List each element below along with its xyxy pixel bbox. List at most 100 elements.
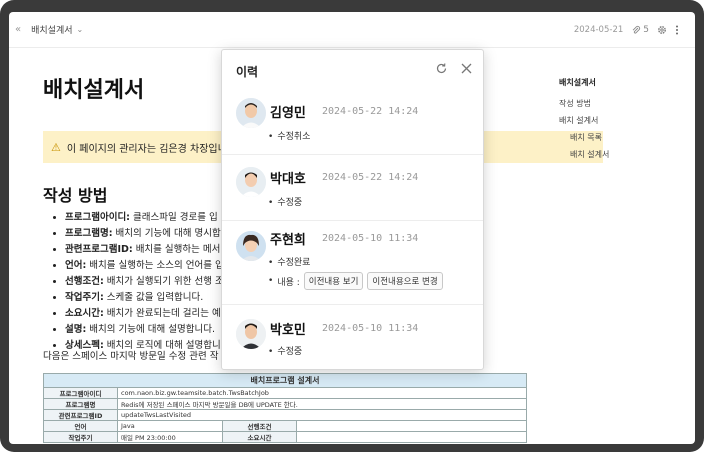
- list-item-text: 배치가 완료되는데 걸리는 예: [103, 308, 221, 319]
- history-entry: 김영민 2024-05-22 14:24 수정취소: [222, 92, 483, 154]
- attachment-button[interactable]: 5: [631, 25, 649, 35]
- app-screen: « 배치설계서 ⌄ 2024-05-21 5 배치설계서 ⚠ 이 페이지의 관리…: [9, 12, 695, 444]
- topbar-actions: 2024-05-21 5: [574, 12, 679, 48]
- notice-text: 이 페이지의 관리자는 김은경 차장입니: [66, 143, 227, 155]
- history-panel-actions: [435, 62, 473, 75]
- list-item-label: 관련프로그램ID:: [65, 244, 133, 255]
- history-status: 수정중: [268, 344, 302, 357]
- history-content-row: 내용 : 이전내용 보기 이전내용으로 변경: [268, 272, 443, 290]
- toc-title[interactable]: 배치설계서: [559, 74, 609, 91]
- list-item: 언어: 배치를 실행하는 소스의 언어를 입: [65, 258, 229, 274]
- history-status: 수정완료: [268, 255, 310, 268]
- list-item-label: 설명:: [65, 324, 87, 335]
- table-row: 관련프로그램ID updateTwsLastVisited: [43, 409, 527, 421]
- content-label: 내용 :: [277, 277, 300, 288]
- history-panel: 이력 김영민 2024-05-22 14:24 수정취소: [221, 49, 484, 370]
- paperclip-icon: [632, 25, 641, 34]
- avatar: [236, 231, 266, 261]
- table-cell: Redis에 저장된 스페이스 마지막 방문일을 DB에 UPDATE 한다.: [117, 398, 527, 410]
- table-row: 프로그램명 Redis에 저장된 스페이스 마지막 방문일을 DB에 UPDATE…: [43, 398, 527, 410]
- table-cell-label: 관련프로그램ID: [43, 409, 118, 421]
- list-item: 관련프로그램ID: 배치를 실행하는 메서: [65, 242, 229, 258]
- table-cell: updateTwsLastVisited: [117, 409, 527, 421]
- history-status: 수정중: [268, 195, 302, 208]
- section-heading: 작성 방법: [43, 186, 108, 205]
- table-cell: [296, 420, 527, 432]
- table-row: 작업주기 매일 PM 23:00:00 소요시간: [43, 431, 527, 443]
- table-cell-label: 언어: [43, 420, 118, 432]
- list-item-text: 배치의 기능에 대해 명시합: [112, 228, 221, 239]
- list-item-label: 프로그램아이디:: [65, 212, 130, 223]
- list-item: 소요시간: 배치가 완료되는데 걸리는 예: [65, 306, 229, 322]
- avatar: [236, 98, 266, 128]
- body-paragraph: 다음은 스페이스 마지막 방문일 수정 관련 작: [43, 351, 219, 362]
- list-item-text: 배치를 실행하는 메서: [132, 244, 221, 255]
- list-item-text: 배치의 기능에 대해 설명합니다.: [86, 324, 216, 335]
- table-cell: [296, 431, 527, 443]
- table-cell-label: 선행조건: [222, 420, 297, 432]
- table-cell: 매일 PM 23:00:00: [117, 431, 223, 443]
- list-item-label: 소요시간:: [65, 308, 104, 319]
- history-time: 2024-05-22 14:24: [322, 172, 419, 183]
- history-time: 2024-05-22 14:24: [322, 106, 419, 117]
- refresh-icon[interactable]: [435, 62, 448, 75]
- list-item-label: 언어:: [65, 260, 87, 271]
- list-item-text: 클래스파일 경로를 입: [129, 212, 218, 223]
- updated-date: 2024-05-21: [573, 25, 624, 35]
- history-entry: 박대호 2024-05-22 14:24 수정중: [222, 154, 483, 220]
- table-title: 배치프로그램 설계서: [43, 373, 527, 388]
- table-cell-label: 프로그램아이디: [43, 387, 118, 399]
- list-item-text: 스케줄 값을 입력합니다.: [103, 292, 204, 303]
- toc-subitem[interactable]: 배치 설계서: [559, 146, 609, 163]
- toc-item[interactable]: 배치 설계서: [559, 112, 609, 129]
- toc-subitem[interactable]: 배치 목록: [559, 129, 609, 146]
- table-of-contents: 배치설계서 작성 방법 배치 설계서 배치 목록 배치 설계서: [559, 74, 609, 163]
- list-item: 프로그램명: 배치의 기능에 대해 명시합: [65, 226, 229, 242]
- author-name: 김영민: [270, 106, 306, 121]
- top-bar: « 배치설계서 ⌄ 2024-05-21 5: [9, 12, 695, 48]
- restore-previous-button[interactable]: 이전내용으로 변경: [367, 272, 443, 290]
- warning-icon: ⚠: [51, 140, 61, 154]
- list-item: 선행조건: 배치가 실행되기 위한 선행 조: [65, 274, 229, 290]
- history-entry: 박호민 2024-05-10 11:34 수정중: [222, 304, 483, 369]
- table-cell: Java: [117, 420, 223, 432]
- list-item-label: 작업주기:: [65, 292, 104, 303]
- history-panel-title: 이력: [236, 64, 259, 79]
- breadcrumb[interactable]: 배치설계서: [31, 23, 72, 36]
- close-icon[interactable]: [460, 62, 473, 75]
- history-time: 2024-05-10 11:34: [322, 323, 419, 334]
- table-cell-label: 작업주기: [43, 431, 118, 443]
- table-row: 프로그램아이디 com.naon.biz.gw.teamsite.batch.Tw…: [43, 387, 527, 399]
- list-item-text: 배치가 실행되기 위한 선행 조: [103, 276, 224, 287]
- list-item-label: 선행조건:: [65, 276, 104, 287]
- collapse-sidebar-icon[interactable]: «: [15, 24, 21, 35]
- list-item-text: 배치를 실행하는 소스의 언어를 입: [86, 260, 224, 271]
- attachment-count: 5: [643, 25, 649, 35]
- more-vertical-icon[interactable]: [675, 25, 679, 35]
- page-title: 배치설계서: [43, 78, 145, 103]
- list-item: 작업주기: 스케줄 값을 입력합니다.: [65, 290, 229, 306]
- table-row: 언어 Java 선행조건: [43, 420, 527, 432]
- guide-list: 프로그램아이디: 클래스파일 경로를 입 프로그램명: 배치의 기능에 대해 명…: [65, 210, 229, 354]
- chevron-down-icon[interactable]: ⌄: [77, 25, 84, 34]
- avatar: [236, 319, 266, 349]
- table-cell: com.naon.biz.gw.teamsite.batch.TwsBatchJ…: [117, 387, 527, 399]
- history-time: 2024-05-10 11:34: [322, 233, 419, 244]
- avatar: [236, 167, 266, 197]
- list-item: 설명: 배치의 기능에 대해 설명합니다.: [65, 322, 229, 338]
- batch-spec-table: 배치프로그램 설계서 프로그램아이디 com.naon.biz.gw.teamsi…: [43, 373, 527, 443]
- history-panel-header: 이력: [222, 50, 483, 92]
- author-name: 박대호: [270, 172, 306, 187]
- toc-item[interactable]: 작성 방법: [559, 95, 609, 112]
- author-name: 박호민: [270, 323, 306, 338]
- device-frame: « 배치설계서 ⌄ 2024-05-21 5 배치설계서 ⚠ 이 페이지의 관리…: [0, 0, 704, 452]
- gear-icon[interactable]: [657, 25, 667, 35]
- list-item: 프로그램아이디: 클래스파일 경로를 입: [65, 210, 229, 226]
- author-name: 주현희: [270, 233, 306, 248]
- history-entry: 주현희 2024-05-10 11:34 수정완료 내용 : 이전내용 보기 이…: [222, 220, 483, 304]
- table-cell-label: 프로그램명: [43, 398, 118, 410]
- table-cell-label: 소요시간: [222, 431, 297, 443]
- history-status: 수정취소: [268, 129, 310, 142]
- view-previous-button[interactable]: 이전내용 보기: [303, 272, 364, 290]
- list-item-label: 프로그램명:: [65, 228, 113, 239]
